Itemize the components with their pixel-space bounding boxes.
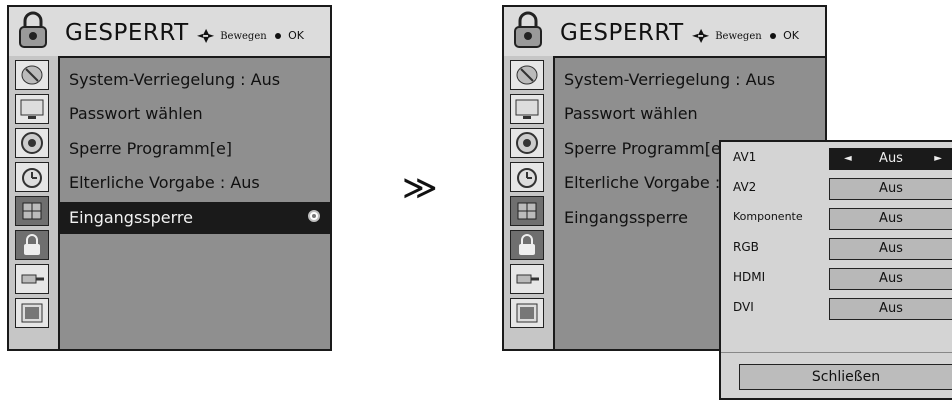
- lock-icon: [514, 11, 542, 48]
- hdmi-value[interactable]: Aus: [829, 268, 952, 290]
- tv-screen-icon[interactable]: [15, 94, 49, 124]
- hint-ok-label: OK: [783, 29, 799, 42]
- plug-icon[interactable]: [15, 264, 49, 294]
- submenu-label-hdmi: HDMI: [733, 270, 766, 284]
- satellite-dish-icon[interactable]: [510, 60, 544, 90]
- submenu-label-rgb: RGB: [733, 240, 759, 254]
- ok-dot-icon: [274, 33, 281, 39]
- submenu-row-dvi: DVI Aus: [721, 294, 952, 324]
- tv-screen-icon[interactable]: [510, 94, 544, 124]
- dvi-value[interactable]: Aus: [829, 298, 952, 320]
- submenu-label-av2: AV2: [733, 180, 757, 194]
- menu-item-input-block-label: Eingangssperre: [69, 208, 193, 227]
- submenu-divider: [721, 352, 952, 353]
- rgb-value[interactable]: Aus: [829, 238, 952, 260]
- speaker-icon[interactable]: [510, 128, 544, 158]
- submenu-row-rgb: RGB Aus: [721, 234, 952, 264]
- photo-icon[interactable]: [15, 298, 49, 328]
- satellite-dish-icon[interactable]: [15, 60, 49, 90]
- menu-item-system-lock[interactable]: System-Verriegelung : Aus: [60, 64, 330, 96]
- input-lock-icon[interactable]: [510, 196, 544, 226]
- lock-icon: [19, 11, 47, 48]
- av2-value[interactable]: Aus: [829, 178, 952, 200]
- ok-dot-icon: [769, 33, 776, 39]
- submenu-row-komponente: Komponente Aus: [721, 204, 952, 234]
- clock-icon[interactable]: [510, 162, 544, 192]
- hint-move-label: Bewegen: [715, 31, 762, 42]
- menu-title: GESPERRT: [560, 20, 684, 46]
- menu-sidebar: [9, 56, 60, 349]
- menu-title: GESPERRT: [65, 20, 189, 46]
- submenu-row-av2: AV2 Aus: [721, 174, 952, 204]
- menu-header: GESPERRT ▲ ▼ ◄ ► Bewegen OK: [9, 7, 330, 58]
- menu-header: GESPERRT ▲ ▼ ◄ ► Bewegen OK: [504, 7, 825, 58]
- submenu-row-hdmi: HDMI Aus: [721, 264, 952, 294]
- menu-item-system-lock[interactable]: System-Verriegelung : Aus: [555, 64, 825, 96]
- hint-ok-label: OK: [288, 29, 304, 42]
- menu-item-set-password[interactable]: Passwort wählen: [555, 98, 825, 130]
- selected-radio-icon: [308, 210, 320, 222]
- hint-move-label: Bewegen: [220, 31, 267, 42]
- navigation-hint: ▲ ▼ ◄ ► Bewegen OK: [197, 27, 304, 44]
- av1-value: Aus: [879, 151, 903, 166]
- av1-value-selector[interactable]: ◄ Aus ►: [829, 148, 952, 170]
- lock-menu-icon[interactable]: [510, 230, 544, 260]
- input-block-submenu: AV1 ◄ Aus ► AV2 Aus Komponente Aus RGB A…: [719, 140, 952, 400]
- photo-icon[interactable]: [510, 298, 544, 328]
- lock-menu-icon[interactable]: [15, 230, 49, 260]
- komponente-value[interactable]: Aus: [829, 208, 952, 230]
- menu-sidebar: [504, 56, 555, 349]
- lock-menu-panel: GESPERRT ▲ ▼ ◄ ► Bewegen OK System-Verri…: [7, 5, 332, 351]
- close-button[interactable]: Schließen: [739, 364, 952, 390]
- clock-icon[interactable]: [15, 162, 49, 192]
- input-lock-icon[interactable]: [15, 196, 49, 226]
- submenu-label-dvi: DVI: [733, 300, 754, 314]
- transition-arrow: ≫: [402, 168, 438, 208]
- arrow-right-icon[interactable]: ►: [934, 149, 942, 169]
- submenu-label-av1: AV1: [733, 150, 757, 164]
- move-arrows-icon: ▲ ▼ ◄ ►: [197, 27, 215, 44]
- menu-item-parental-guidance[interactable]: Elterliche Vorgabe : Aus: [60, 167, 330, 199]
- submenu-row-av1: AV1 ◄ Aus ►: [721, 144, 952, 174]
- move-arrows-icon: ▲ ▼ ◄ ►: [692, 27, 710, 44]
- menu-item-set-password[interactable]: Passwort wählen: [60, 98, 330, 130]
- menu-item-input-block[interactable]: Eingangssperre: [60, 202, 330, 234]
- speaker-icon[interactable]: [15, 128, 49, 158]
- arrow-left-icon[interactable]: ◄: [844, 149, 852, 169]
- navigation-hint: ▲ ▼ ◄ ► Bewegen OK: [692, 27, 799, 44]
- plug-icon[interactable]: [510, 264, 544, 294]
- submenu-label-komponente: Komponente: [733, 210, 803, 223]
- menu-item-block-program[interactable]: Sperre Programm[e]: [60, 133, 330, 165]
